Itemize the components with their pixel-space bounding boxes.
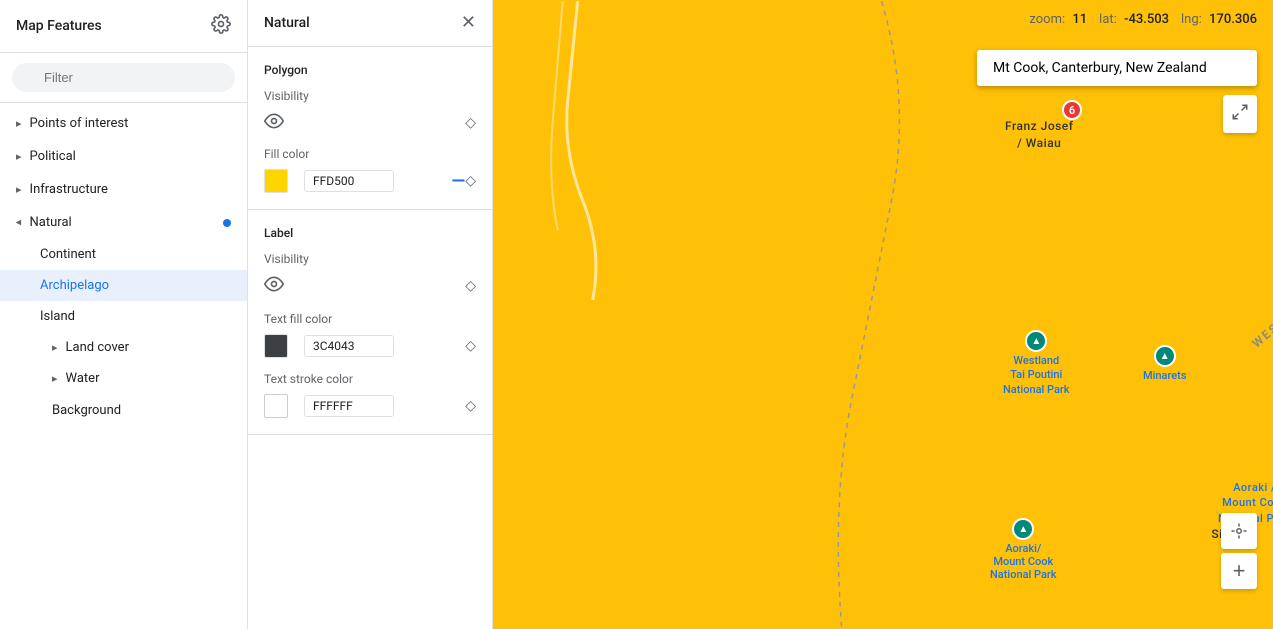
text-stroke-swatch[interactable] bbox=[264, 394, 288, 418]
archipelago-label: Archipelago bbox=[40, 278, 109, 293]
sidebar-item-label: Infrastructure bbox=[30, 182, 231, 197]
chevron-right-icon: ▸ bbox=[52, 341, 58, 354]
fill-color-diamond-icon[interactable]: ◇ bbox=[465, 173, 476, 189]
text-fill-swatch[interactable] bbox=[264, 334, 288, 358]
label-visibility-eye-icon[interactable] bbox=[264, 274, 284, 298]
pin-label-aoraki-2: Aoraki/Mount CookNational Park bbox=[990, 542, 1057, 581]
sidebar-item-label: Natural bbox=[30, 215, 217, 230]
sidebar-item-political[interactable]: ▸ Political bbox=[0, 140, 247, 173]
zoom-value: 11 bbox=[1072, 12, 1087, 27]
label-visibility-row: ◇ bbox=[264, 274, 476, 298]
sidebar-item-continent[interactable]: Continent bbox=[0, 239, 247, 270]
lat-value: -43.503 bbox=[1124, 12, 1169, 27]
sidebar-item-infrastructure[interactable]: ▸ Infrastructure bbox=[0, 173, 247, 206]
land-cover-label: Land cover bbox=[66, 340, 129, 355]
pin-label-minarets: Minarets bbox=[1143, 369, 1186, 382]
panel-title: Natural bbox=[264, 15, 310, 31]
map-controls: + bbox=[1221, 513, 1257, 589]
text-stroke-label: Text stroke color bbox=[264, 372, 476, 386]
chevron-right-icon: ▸ bbox=[52, 372, 58, 385]
map-svg bbox=[493, 0, 1273, 629]
sidebar-item-label: Points of interest bbox=[30, 116, 231, 131]
visibility-diamond-icon[interactable]: ◇ bbox=[465, 115, 476, 131]
sidebar-item-label: Background bbox=[52, 403, 231, 418]
visibility-eye-icon[interactable] bbox=[264, 111, 284, 135]
lng-label: lng: 170.306 bbox=[1181, 12, 1257, 27]
map-place-label-franzjosef: Franz Josef/ Waiau bbox=[1005, 118, 1073, 152]
fill-color-row: FFD500 — ◇ bbox=[264, 169, 476, 193]
text-fill-diamond-icon[interactable]: ◇ bbox=[465, 338, 476, 354]
sidebar-title: Map Features bbox=[16, 18, 102, 34]
text-fill-value[interactable]: 3C4043 bbox=[304, 335, 394, 357]
continent-label: Continent bbox=[40, 247, 96, 262]
pin-westland: ▲ WestlandTai PoutiniNational Park bbox=[1003, 330, 1070, 397]
park-icon: ▲ bbox=[1018, 524, 1028, 535]
sidebar-item-natural[interactable]: ▾ Natural bbox=[0, 206, 247, 239]
filter-input[interactable] bbox=[12, 63, 235, 92]
zoom-label: zoom: 11 bbox=[1029, 12, 1087, 27]
pin-circle-aoraki-2: ▲ bbox=[1012, 518, 1034, 540]
text-stroke-diamond-icon[interactable]: ◇ bbox=[465, 398, 476, 414]
gear-icon[interactable] bbox=[211, 14, 231, 38]
polygon-visibility-row: ◇ bbox=[264, 111, 476, 135]
label-visibility-label: Visibility bbox=[264, 252, 476, 266]
map-search-text: Mt Cook, Canterbury, New Zealand bbox=[993, 60, 1207, 76]
fill-color-swatch[interactable] bbox=[264, 169, 288, 193]
map-search-box[interactable]: Mt Cook, Canterbury, New Zealand bbox=[977, 50, 1257, 86]
island-label: Island bbox=[40, 309, 75, 324]
chevron-right-icon: ▸ bbox=[16, 150, 22, 163]
chevron-right-icon: ▸ bbox=[16, 183, 22, 196]
fill-color-value[interactable]: FFD500 bbox=[304, 170, 394, 192]
sidebar-item-label: Political bbox=[30, 149, 231, 164]
text-fill-label: Text fill color bbox=[264, 312, 476, 326]
pin-circle-westland: ▲ bbox=[1025, 330, 1047, 352]
park-icon: ▲ bbox=[1031, 336, 1041, 347]
lng-value: 170.306 bbox=[1209, 12, 1257, 27]
fill-color-label: Fill color bbox=[264, 147, 476, 161]
sidebar-header: Map Features bbox=[0, 0, 247, 53]
map-topbar: zoom: 11 lat: -43.503 lng: 170.306 bbox=[1013, 0, 1273, 39]
text-fill-row: 3C4043 ◇ bbox=[264, 334, 476, 358]
nav-items: ▸ Points of interest ▸ Political ▸ Infra… bbox=[0, 103, 247, 629]
polygon-section: Polygon Visibility ◇ Fill color FFD500 —… bbox=[248, 47, 492, 210]
pin-minarets: ▲ Minarets bbox=[1143, 345, 1186, 382]
lat-label: lat: -43.503 bbox=[1099, 12, 1169, 27]
panel-header: Natural ✕ bbox=[248, 0, 492, 47]
fullscreen-button[interactable] bbox=[1223, 95, 1257, 133]
filter-box: ≡ bbox=[0, 53, 247, 103]
sidebar-item-background[interactable]: Background bbox=[0, 394, 247, 427]
location-button[interactable] bbox=[1221, 513, 1257, 549]
park-icon: ▲ bbox=[1160, 351, 1170, 362]
label-section: Label Visibility ◇ Text fill color 3C404… bbox=[248, 210, 492, 435]
label-section-label: Label bbox=[264, 226, 476, 240]
sidebar-item-water[interactable]: ▸ Water bbox=[0, 363, 247, 394]
sidebar-item-archipelago[interactable]: Archipelago bbox=[0, 270, 247, 301]
polygon-section-label: Polygon bbox=[264, 63, 476, 77]
pin-circle-minarets: ▲ bbox=[1154, 345, 1176, 367]
map-area: zoom: 11 lat: -43.503 lng: 170.306 Mt Co… bbox=[493, 0, 1273, 629]
chevron-down-icon: ▾ bbox=[12, 220, 25, 226]
pin-label-westland: WestlandTai PoutiniNational Park bbox=[1003, 354, 1070, 397]
text-stroke-value[interactable]: FFFFFF bbox=[304, 395, 394, 417]
sidebar-item-points-of-interest[interactable]: ▸ Points of interest bbox=[0, 107, 247, 140]
fill-color-minus-icon[interactable]: — bbox=[452, 171, 466, 192]
properties-panel: Natural ✕ Polygon Visibility ◇ Fill colo… bbox=[248, 0, 493, 629]
zoom-in-button[interactable]: + bbox=[1221, 553, 1257, 589]
active-dot bbox=[223, 219, 231, 227]
map-cluster: 6 bbox=[1062, 100, 1082, 120]
label-visibility-diamond-icon[interactable]: ◇ bbox=[465, 278, 476, 294]
natural-sub-items: Continent Archipelago Island bbox=[0, 239, 247, 332]
sidebar-item-land-cover[interactable]: ▸ Land cover bbox=[0, 332, 247, 363]
sidebar-item-island[interactable]: Island bbox=[0, 301, 247, 332]
sidebar: Map Features ≡ ▸ Points of interest ▸ Po… bbox=[0, 0, 248, 629]
pin-aoraki-2: ▲ Aoraki/Mount CookNational Park bbox=[990, 518, 1057, 581]
chevron-right-icon: ▸ bbox=[16, 117, 22, 130]
water-label: Water bbox=[66, 371, 100, 386]
close-button[interactable]: ✕ bbox=[461, 14, 476, 32]
text-stroke-row: FFFFFF ◇ bbox=[264, 394, 476, 418]
visibility-label: Visibility bbox=[264, 89, 476, 103]
